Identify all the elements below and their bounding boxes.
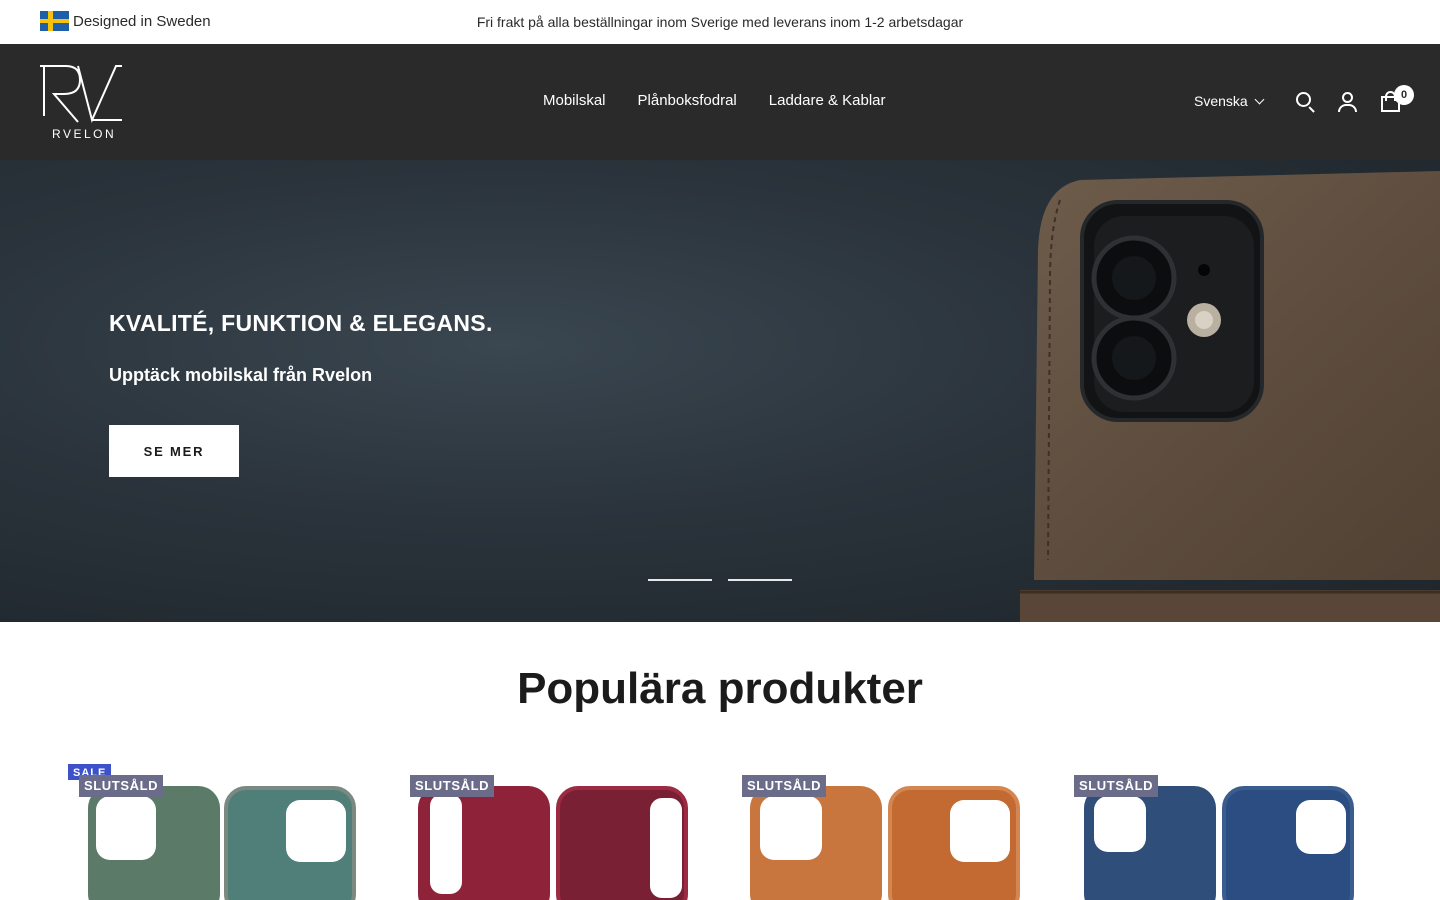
main-navigation: Mobilskal Plånboksfodral Laddare & Kabla…: [543, 92, 886, 109]
product-card[interactable]: SLUTSÅLD: [410, 764, 710, 900]
slide-indicator-2[interactable]: [728, 579, 792, 581]
leather-phone-case-image: [1020, 171, 1440, 622]
product-image-inside: [224, 786, 356, 900]
product-image-back: [1084, 786, 1216, 900]
section-title-popular: Populära produkter: [517, 664, 923, 713]
product-image-inside: [888, 786, 1020, 900]
sold-out-badge: SLUTSÅLD: [410, 775, 495, 797]
product-card[interactable]: SLUTSÅLD: [742, 764, 1042, 900]
chevron-down-icon: [1254, 94, 1265, 104]
rv-monogram-icon: [40, 65, 122, 124]
nav-item-planboksfodral[interactable]: Plånboksfodral: [638, 92, 737, 109]
product-card[interactable]: SALE SLUTSÅLD: [68, 764, 368, 900]
product-image-back: [750, 786, 882, 900]
slide-indicator-1[interactable]: [648, 579, 712, 581]
sold-out-badge: SLUTSÅLD: [79, 775, 164, 797]
hero-slideshow: KVALITÉ, FUNKTION & ELEGANS. Upptäck mob…: [0, 160, 1440, 622]
shipping-announcement: Fri frakt på alla beställningar inom Sve…: [476, 14, 964, 30]
account-icon[interactable]: [1337, 91, 1359, 113]
rvelon-logo[interactable]: RVELON: [40, 64, 122, 141]
language-label: Svenska: [1194, 93, 1248, 109]
hero-title: KVALITÉ, FUNKTION & ELEGANS.: [109, 310, 493, 336]
logo-wordmark: RVELON: [52, 127, 117, 141]
language-selector[interactable]: Svenska: [1194, 93, 1265, 109]
sold-out-badge: SLUTSÅLD: [742, 775, 827, 797]
nav-item-laddare-kablar[interactable]: Laddare & Kablar: [769, 92, 886, 109]
hero-subtitle: Upptäck mobilskal från Rvelon: [109, 365, 373, 385]
announcement-bar: Designed in Sweden Fri frakt på alla bes…: [0, 0, 1440, 44]
site-header: RVELON Mobilskal Plånboksfodral Laddare …: [0, 44, 1440, 160]
search-icon[interactable]: [1295, 91, 1317, 113]
product-image-back: [88, 786, 220, 900]
sold-out-badge: SLUTSÅLD: [1074, 775, 1159, 797]
nav-item-mobilskal[interactable]: Mobilskal: [543, 92, 606, 109]
product-image-back: [418, 786, 550, 900]
hero-cta-button[interactable]: SE MER: [109, 425, 239, 477]
product-image-inside: [1222, 786, 1354, 900]
product-image-inside: [556, 786, 688, 900]
product-card[interactable]: SLUTSÅLD: [1074, 764, 1374, 900]
cart-count-badge: 0: [1394, 85, 1414, 105]
